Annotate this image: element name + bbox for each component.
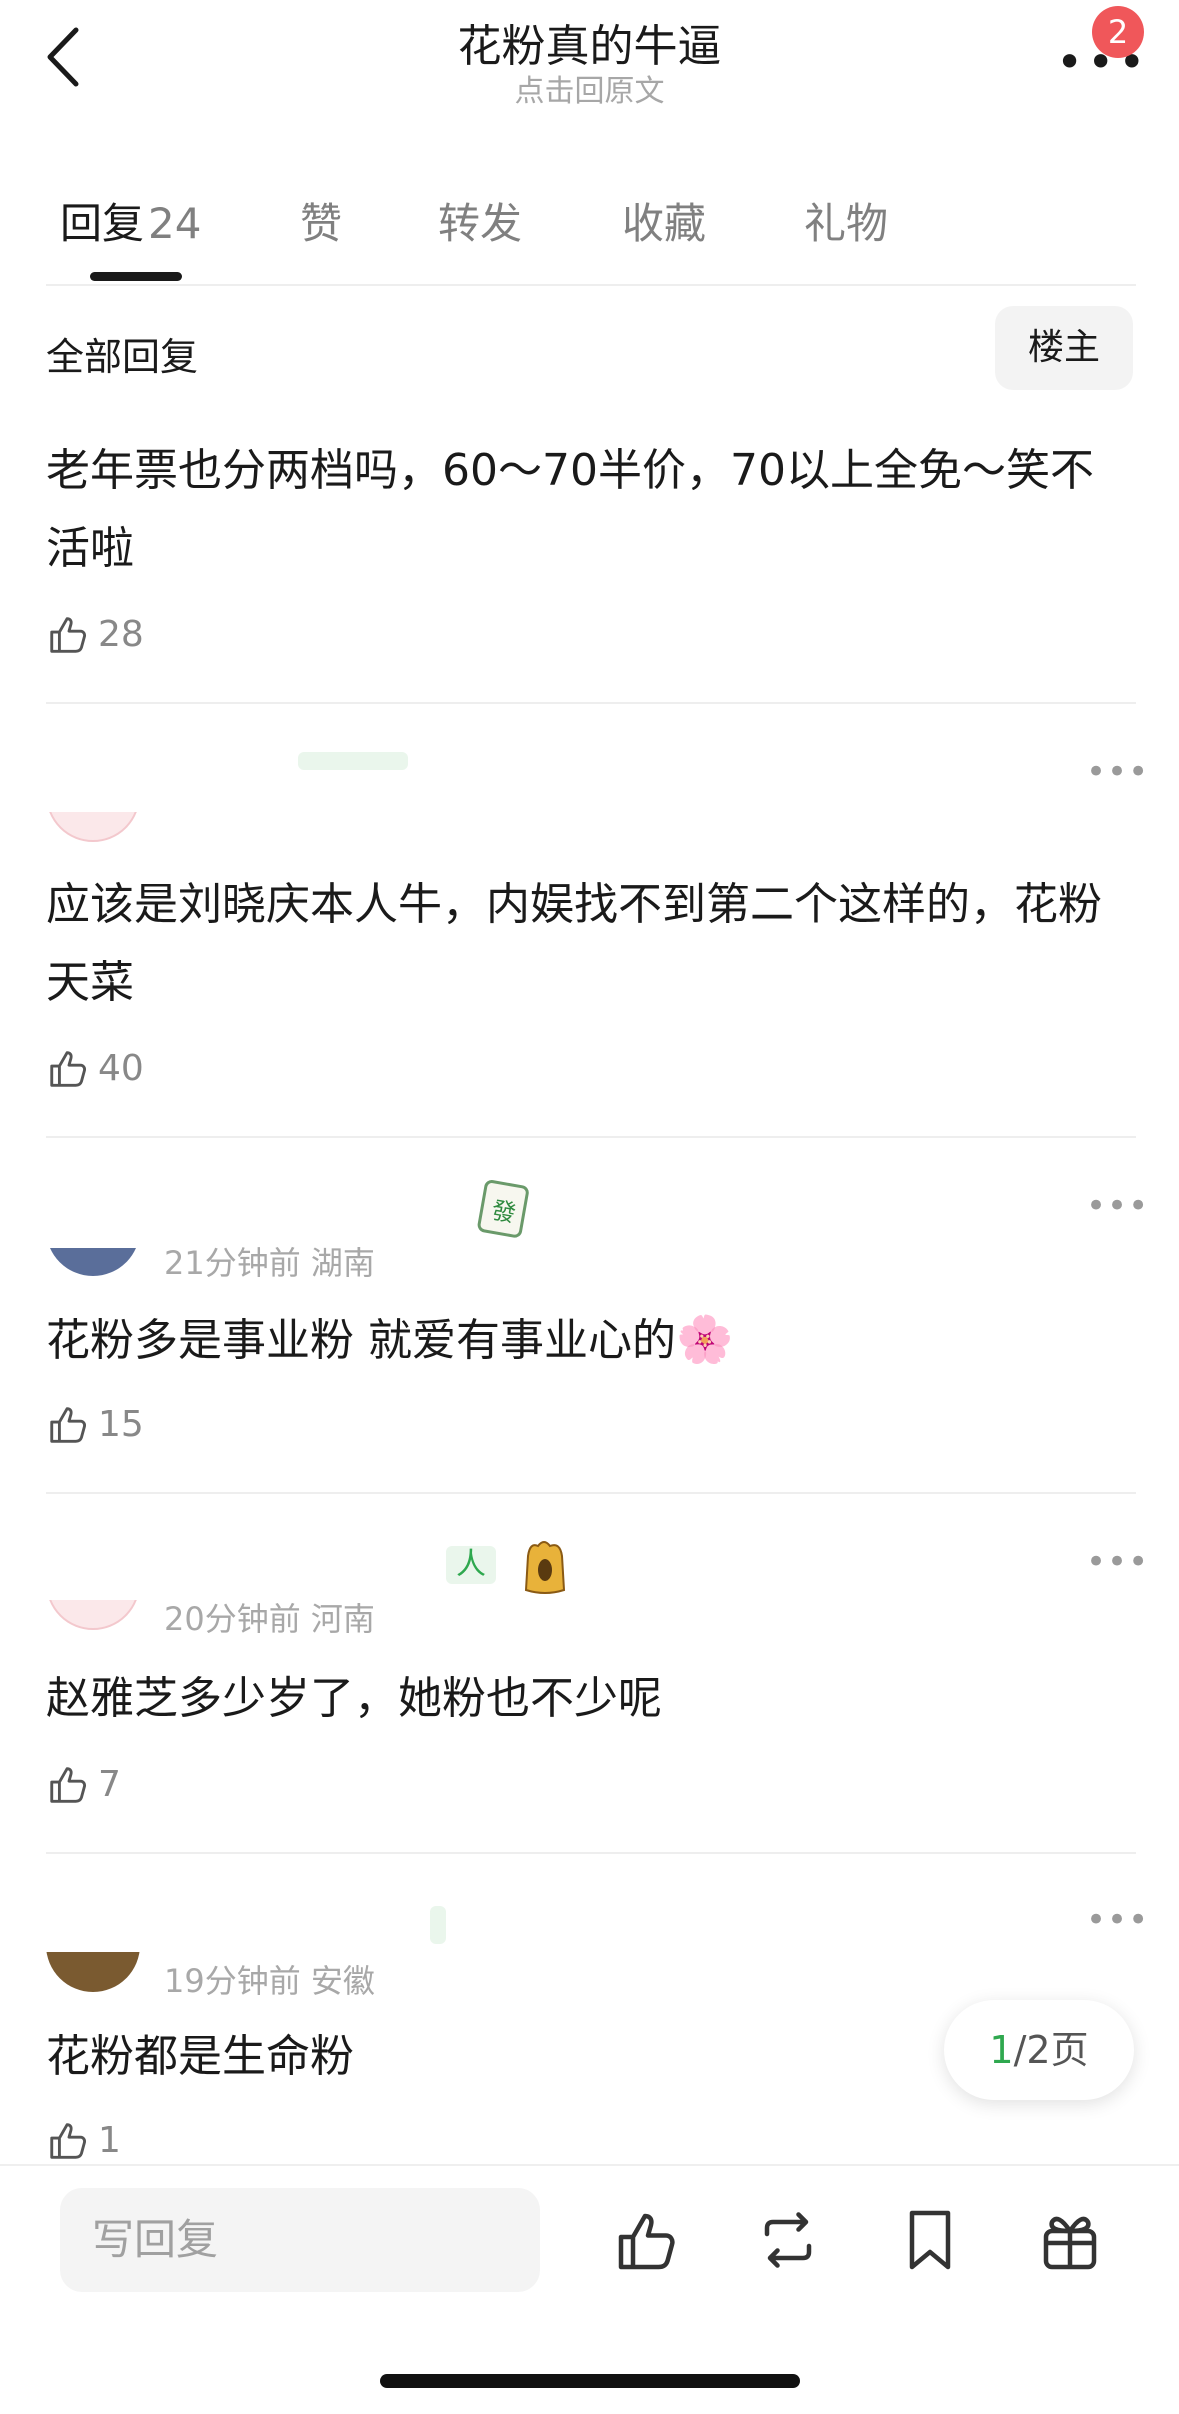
like-count: 15	[98, 1403, 144, 1445]
page-indicator[interactable]: 1/2页	[944, 2000, 1134, 2100]
like-count: 1	[98, 2119, 121, 2161]
header: 花粉真的牛逼 点击回原文 ••• 2	[0, 0, 1179, 140]
comment-text: 赵雅芝多少岁了，她粉也不少呢	[46, 1673, 662, 1724]
divider	[46, 702, 1136, 704]
user-badge: 人	[446, 1546, 496, 1584]
like-button[interactable]: 1	[46, 2112, 121, 2168]
like-icon[interactable]	[612, 2204, 684, 2276]
page-title[interactable]: 花粉真的牛逼	[0, 10, 1179, 74]
cherry-blossom-emoji: 🌸	[676, 1312, 734, 1366]
svg-text:發: 發	[489, 1196, 517, 1228]
comment-text-content: 花粉多是事业粉 就爱有事业心的	[46, 1315, 676, 1366]
like-count: 7	[98, 1763, 121, 1805]
comment-more-button[interactable]: •••	[1086, 1189, 1148, 1226]
tab-reposts[interactable]: 转发	[438, 190, 522, 251]
tab-replies[interactable]: 回复24	[60, 190, 201, 251]
more-dots-icon: •••	[1056, 35, 1150, 89]
divider	[46, 1852, 1136, 1854]
divider	[46, 1136, 1136, 1138]
comment-text: 花粉多是事业粉 就爱有事业心的🌸	[46, 1300, 1106, 1380]
like-button[interactable]: 40	[46, 1040, 144, 1096]
owner-only-button[interactable]: 楼主	[995, 306, 1133, 390]
gift-icon[interactable]	[1034, 2204, 1106, 2276]
reply-page: 花粉真的牛逼 点击回原文 ••• 2 回复24 赞 转发 收藏 礼物 全部回复 …	[0, 0, 1179, 2414]
like-button[interactable]: 28	[46, 606, 144, 662]
comment-more-button[interactable]: •••	[1086, 1903, 1148, 1940]
page-total: /2页	[1013, 2028, 1089, 2072]
divider	[46, 1492, 1136, 1494]
tab-bar: 回复24 赞 转发 收藏 礼物	[46, 180, 1136, 286]
like-count: 40	[98, 1047, 144, 1089]
thumbs-up-icon	[50, 617, 86, 653]
bookmark-icon[interactable]	[894, 2204, 966, 2276]
back-to-original-link[interactable]: 点击回原文	[0, 66, 1179, 110]
like-button[interactable]: 15	[46, 1396, 144, 1452]
all-replies-label: 全部回复	[46, 335, 199, 379]
avatar[interactable]	[46, 1248, 140, 1276]
user-badge-partial	[430, 1906, 446, 1944]
comment-text: 老年票也分两档吗，60～70半价，70以上全免～笑不活啦	[46, 445, 1094, 574]
avatar[interactable]	[46, 1600, 140, 1630]
tab-active-indicator	[90, 272, 182, 281]
tab-gifts[interactable]: 礼物	[804, 190, 888, 251]
notification-badge: 2	[1092, 6, 1144, 58]
thumbs-up-icon	[50, 1407, 86, 1443]
user-badge-partial	[298, 752, 408, 770]
comment-meta: 21分钟前 湖南	[164, 1244, 375, 1282]
tab-likes[interactable]: 赞	[300, 190, 342, 251]
mahjong-fa-tile-icon: 發	[476, 1180, 532, 1240]
comment-meta: 20分钟前 河南	[164, 1600, 375, 1638]
thumbs-up-icon	[50, 2123, 86, 2159]
home-indicator	[380, 2374, 800, 2388]
tab-replies-label: 回复	[60, 199, 145, 248]
avatar[interactable]	[46, 812, 140, 842]
comment-more-button[interactable]: •••	[1086, 1545, 1148, 1582]
reply-input[interactable]: 写回复	[60, 2188, 540, 2292]
thumbs-up-icon	[50, 1767, 86, 1803]
tab-replies-count: 24	[148, 199, 202, 248]
like-count: 28	[98, 613, 144, 655]
page-current: 1	[989, 2028, 1014, 2072]
comment-meta: 19分钟前 安徽	[164, 1962, 375, 2000]
bottom-action-bar: 写回复	[0, 2164, 1179, 2414]
thumbs-up-icon	[50, 1051, 86, 1087]
comment-more-button[interactable]: •••	[1086, 755, 1148, 792]
like-button[interactable]: 7	[46, 1756, 121, 1812]
avatar[interactable]	[46, 1952, 140, 1992]
comment-text: 应该是刘晓庆本人牛，内娱找不到第二个这样的，花粉天菜	[46, 879, 1102, 1008]
tab-favorites[interactable]: 收藏	[622, 190, 706, 251]
tree-stump-icon	[516, 1536, 574, 1596]
repost-icon[interactable]	[752, 2204, 824, 2276]
